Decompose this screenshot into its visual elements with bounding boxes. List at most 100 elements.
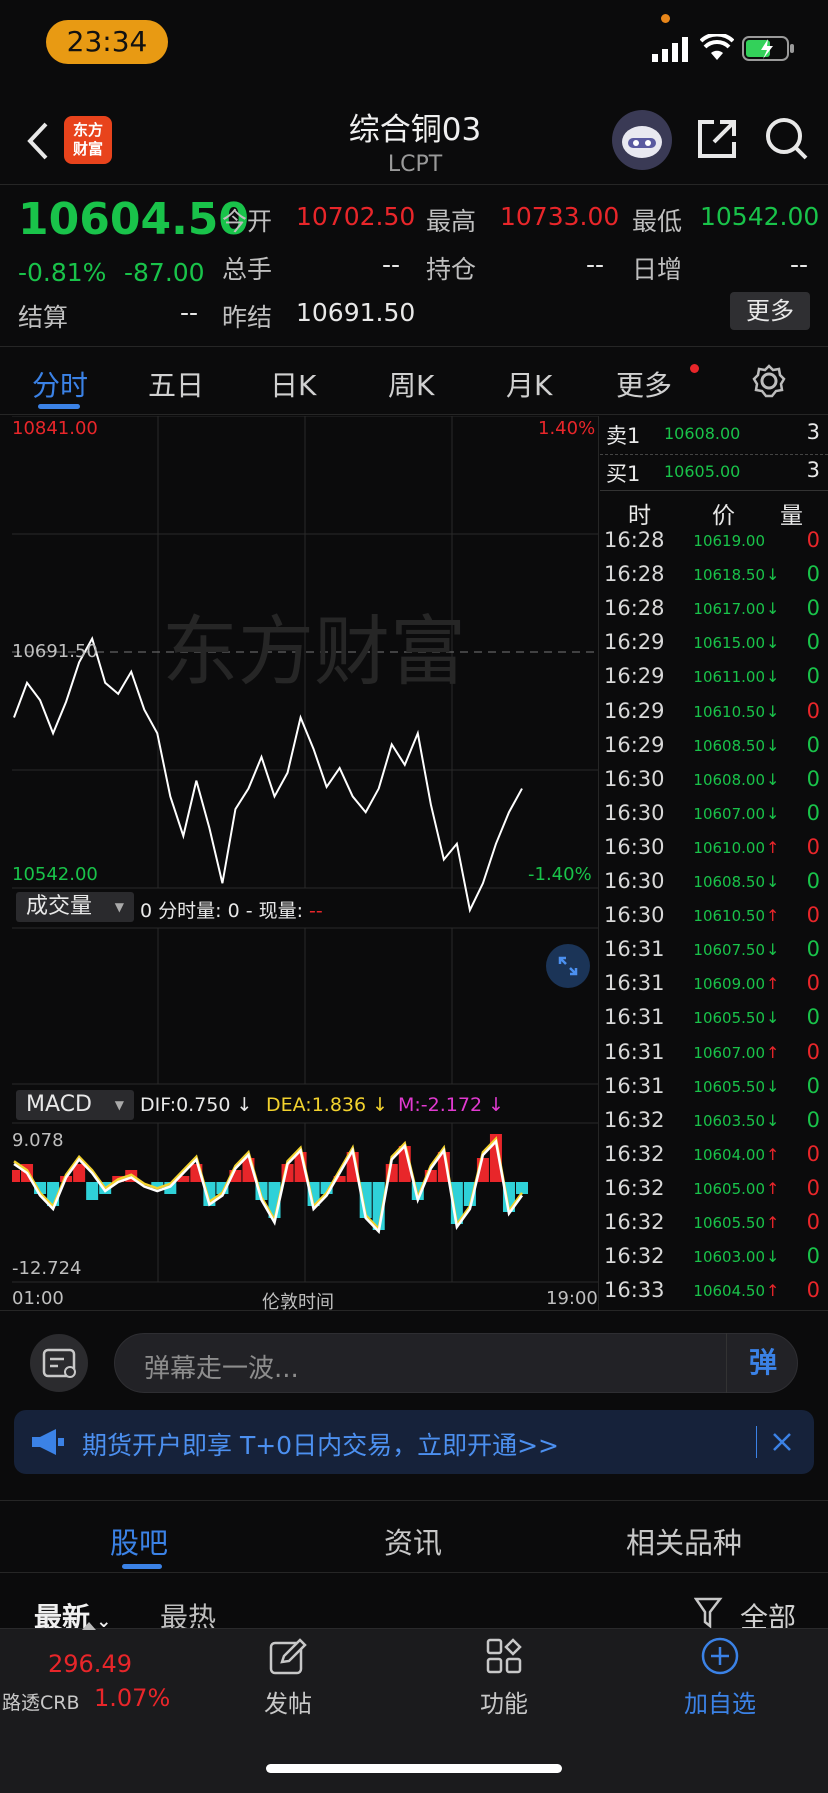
tab-more[interactable]: 更多: [616, 364, 672, 404]
tab-fenshi[interactable]: 分时: [32, 364, 88, 404]
nav-post[interactable]: 发帖: [264, 1684, 312, 1719]
tick-price: 10611.00: [693, 668, 765, 687]
tick-row: 16:29 10611.00 ↓ 0: [600, 664, 828, 698]
tick-price: 10609.00: [693, 975, 765, 994]
tick-price: 10605.00: [693, 1179, 765, 1198]
tick-time: 16:32: [604, 1210, 665, 1234]
home-indicator: [266, 1764, 562, 1773]
tick-row: 16:31 10607.00 ↑ 0: [600, 1040, 828, 1074]
high-value: 10733.00: [500, 202, 620, 231]
tick-time: 16:31: [604, 937, 665, 962]
macd-indicator-select[interactable]: MACD ▼: [16, 1090, 134, 1120]
tick-price: 10618.50: [693, 566, 765, 585]
tick-row: 16:31 10609.00 ↑ 0: [600, 971, 828, 1005]
tick-price: 10605.50: [693, 1009, 765, 1028]
tick-price: 10617.00: [693, 600, 765, 619]
filter-icon[interactable]: [694, 1596, 724, 1630]
volume-indicator-select[interactable]: 成交量 ▼: [16, 892, 134, 922]
tick-time: 16:30: [604, 834, 665, 859]
tick-row: 16:31 10605.50 ↓ 0: [600, 1005, 828, 1039]
tick-volume: 0: [806, 1039, 820, 1064]
tick-time: 16:30: [604, 800, 665, 825]
tick-price: 10608.00: [693, 770, 765, 789]
status-time: 23:34: [46, 20, 168, 64]
tick-volume: 0: [806, 766, 820, 791]
tick-price: 10607.00: [693, 1043, 765, 1062]
tick-time: 16:30: [604, 903, 665, 928]
tick-volume: 0: [806, 937, 820, 962]
daily-inc-value: --: [790, 250, 809, 279]
tab-5day[interactable]: 五日: [148, 364, 204, 404]
promo-text[interactable]: 期货开户即享 T+0日内交易，立即开通>>: [82, 1426, 559, 1462]
expand-chart-button[interactable]: [546, 944, 590, 988]
tick-price: 10605.50: [693, 1214, 765, 1232]
macd-bar: [12, 1170, 20, 1182]
tick-volume: 0: [806, 1107, 820, 1132]
low-value: 10542.00: [700, 202, 820, 231]
tick-price: 10610.50: [693, 702, 765, 721]
tick-volume: 0: [806, 1244, 820, 1269]
danmu-settings-icon[interactable]: [30, 1334, 88, 1392]
macd-m: M:-2.172 ↓: [398, 1094, 505, 1116]
edit-post-icon[interactable]: [268, 1638, 308, 1678]
tick-direction: ↓: [766, 565, 780, 585]
nav-add-watchlist[interactable]: 加自选: [684, 1684, 756, 1719]
tick-direction: ↓: [766, 940, 780, 960]
tab-daily-k[interactable]: 日K: [270, 364, 316, 404]
bid-1-row: 买1 10605.00 3: [606, 458, 820, 486]
tick-volume: 0: [806, 698, 820, 723]
tab-related[interactable]: 相关品种: [626, 1520, 742, 1562]
tick-row: 16:32 10604.00 ↑ 0: [600, 1142, 828, 1176]
danmu-send-button[interactable]: 弹: [726, 1333, 799, 1393]
tab-weekly-k[interactable]: 周K: [388, 364, 434, 404]
more-quote-button[interactable]: 更多: [730, 292, 810, 330]
functions-grid-icon[interactable]: [486, 1638, 522, 1674]
ticks-header: 时 价 量: [628, 503, 803, 529]
tick-volume: 0: [806, 1278, 820, 1303]
tab-news[interactable]: 资讯: [384, 1520, 442, 1562]
intraday-chart[interactable]: 东方财富: [12, 416, 598, 1316]
tick-price: 10607.00: [693, 804, 765, 823]
tick-direction: ↑: [766, 1042, 780, 1062]
tab-guba[interactable]: 股吧: [110, 1520, 168, 1562]
assistant-avatar[interactable]: [612, 110, 672, 170]
page-title: 综合铜03: [348, 112, 482, 148]
tick-time: 16:29: [604, 732, 665, 757]
wifi-icon: [700, 34, 734, 60]
settings-gear-icon[interactable]: [752, 364, 786, 398]
open-label: 今开: [222, 207, 273, 236]
tick-direction: ↑: [766, 974, 780, 994]
tick-volume: 0: [806, 800, 820, 825]
tick-direction: ↓: [766, 1008, 780, 1028]
tick-volume: 0: [806, 732, 820, 757]
prev-settle-value: 10691.50: [296, 298, 416, 327]
tick-direction: ↓: [766, 633, 780, 653]
tick-time: 16:32: [604, 1244, 665, 1269]
crb-index-pct[interactable]: 1.07%: [94, 1684, 170, 1712]
section-tab-indicator: [122, 1564, 162, 1569]
open-value: 10702.50: [296, 202, 416, 231]
tick-volume: 0: [806, 1175, 820, 1200]
crb-index-value[interactable]: 296.49: [48, 1650, 132, 1678]
tick-price: 10603.50: [693, 1111, 765, 1130]
tick-volume: 0: [806, 834, 820, 859]
close-icon[interactable]: [772, 1432, 792, 1452]
search-icon[interactable]: [764, 116, 808, 162]
tick-row: 16:32 10605.50 ↑ 0: [600, 1210, 828, 1244]
tick-time: 16:31: [604, 1073, 665, 1098]
crb-index-name[interactable]: 路透CRB: [2, 1688, 80, 1715]
tick-time: 16:29: [604, 664, 665, 689]
megaphone-icon: [32, 1429, 64, 1455]
settle-label: 结算: [18, 303, 69, 332]
tick-direction: ↓: [766, 667, 780, 687]
macd-bar: [86, 1182, 99, 1200]
back-icon[interactable]: [26, 122, 50, 160]
tick-row: 16:29 10615.00 ↓ 0: [600, 630, 828, 664]
add-watchlist-icon[interactable]: [700, 1636, 740, 1676]
nav-functions[interactable]: 功能: [480, 1684, 528, 1719]
tab-monthly-k[interactable]: 月K: [506, 364, 552, 404]
tick-price: 10608.50: [693, 736, 765, 755]
high-label: 最高: [426, 207, 477, 236]
share-icon[interactable]: [696, 118, 738, 160]
tick-price: 10610.00: [693, 838, 765, 857]
